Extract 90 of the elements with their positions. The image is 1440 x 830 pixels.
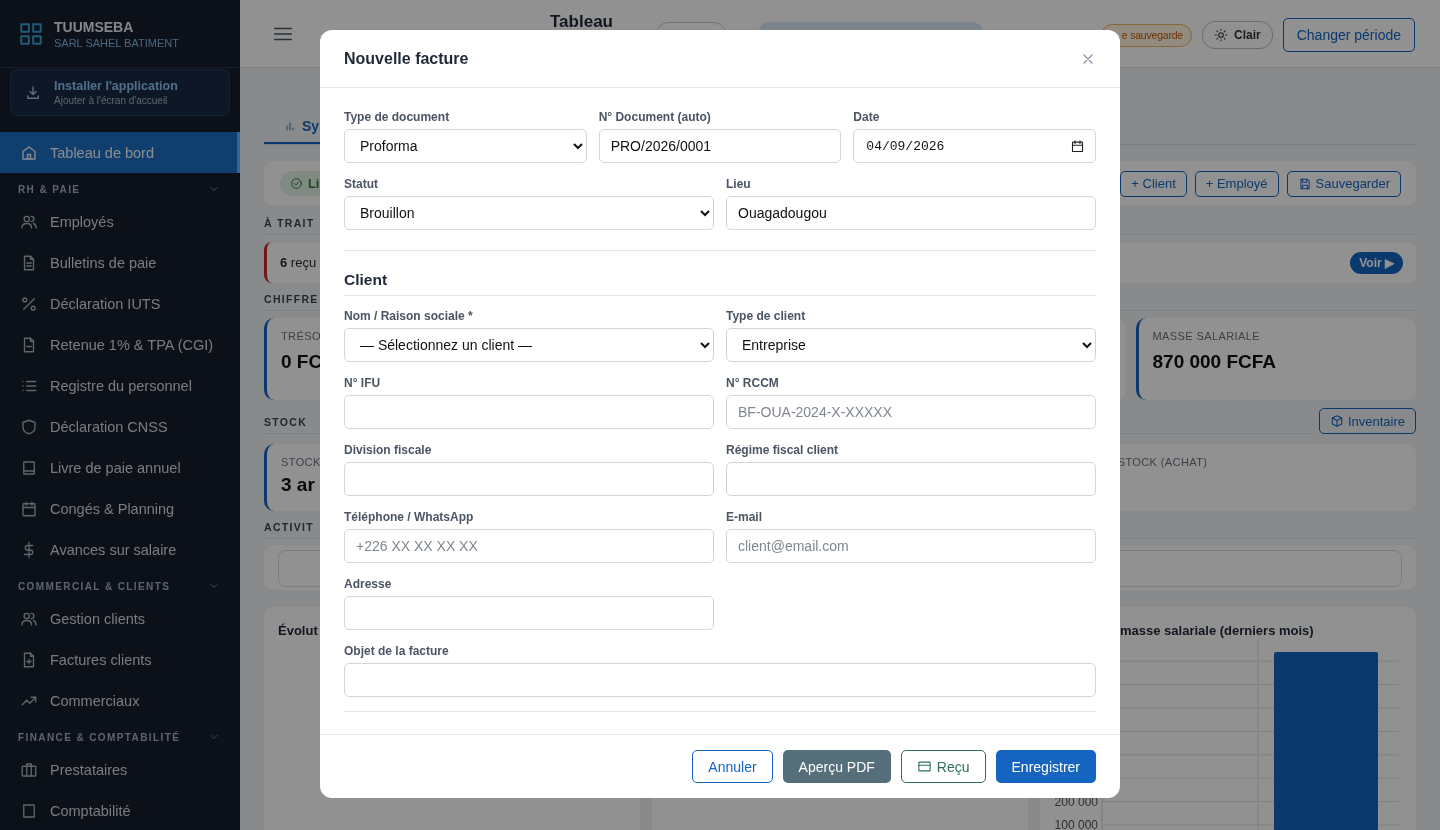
select-field[interactable]: Proforma (344, 129, 587, 163)
box-icon (1329, 414, 1344, 428)
nav-item[interactable]: Bulletins de paie (0, 242, 240, 283)
nav-item[interactable]: Prestataires (0, 749, 240, 790)
nav-item[interactable]: Factures clients (0, 639, 240, 680)
text-field[interactable] (726, 462, 1096, 496)
nav-item[interactable]: Livre de paie annuel (0, 447, 240, 488)
select-field[interactable]: Entreprise (726, 328, 1096, 362)
field-label: Date (853, 110, 881, 124)
kpi-value: 870 000 FCFA (1152, 351, 1278, 373)
select-field[interactable]: — Sélectionnez un client — (344, 328, 714, 362)
nav-item[interactable]: Avances sur salaire (0, 529, 240, 570)
field-label: Nom / Raison sociale * (344, 309, 474, 323)
nav-item[interactable]: Congés & Planning (0, 488, 240, 529)
text-field[interactable] (344, 663, 1096, 697)
page-title: Tableau (550, 12, 613, 32)
nav-item[interactable]: Commerciaux (0, 680, 240, 721)
select-field[interactable]: Brouillon (344, 196, 714, 230)
sun-icon (1214, 28, 1228, 42)
text-field[interactable]: Ouagadougou (726, 196, 1096, 230)
inventory-button[interactable]: Inventaire (1318, 408, 1416, 434)
nav-item[interactable]: Déclaration IUTS (0, 283, 240, 324)
save-button[interactable]: Enregistrer (995, 750, 1096, 783)
save-icon (1297, 176, 1312, 191)
nav-item[interactable]: Registre du personnel (0, 365, 240, 406)
nav-item[interactable]: Tableau de bord (0, 132, 240, 173)
logo-icon (18, 20, 44, 47)
date-field[interactable]: 04/09/2026 (853, 129, 1096, 163)
text-field[interactable] (344, 395, 714, 429)
alert-text: 6 reçu (280, 255, 317, 270)
kpi-value: 3 ar (281, 474, 316, 496)
text-field[interactable]: BF-OUA-2024-X-XXXXX (726, 395, 1096, 429)
shield-icon (20, 417, 38, 436)
nav-item[interactable]: Gestion clients (0, 598, 240, 639)
kpi-label: STOCK (281, 456, 322, 468)
download-icon (24, 83, 42, 102)
axis-label: 100 000 (1054, 818, 1098, 830)
field-label: Division fiscale (344, 443, 433, 457)
field-label: Statut (344, 177, 379, 191)
book-icon (20, 801, 38, 820)
chart-title: Évolut (278, 623, 319, 638)
cancel-button[interactable]: Annuler (692, 750, 773, 783)
toolbar-button[interactable]: Sauvegarder (1286, 170, 1401, 197)
bar-chart-icon (284, 120, 296, 132)
field-label: Régime fiscal client (726, 443, 840, 457)
field-label: E-mail (726, 510, 763, 524)
nav-item[interactable]: Comptabilité (0, 790, 240, 830)
percent-icon (20, 294, 38, 313)
nav-item[interactable]: Retenue 1% & TPA (CGI) (0, 324, 240, 365)
briefcase-icon (20, 760, 38, 779)
section-header[interactable]: COMMERCIAL & CLIENTS (0, 570, 240, 598)
book-icon (20, 458, 38, 477)
kpi-label: TRÉSO (281, 330, 322, 342)
text-field[interactable]: +226 XX XX XX XX (344, 529, 714, 563)
kpi-value: 0 FC (281, 351, 324, 373)
toolbar-button[interactable]: + Employé (1194, 170, 1279, 197)
install-button[interactable]: Installer l'application Ajouter à l'écran d'accueil (10, 69, 230, 116)
brand-name: TUUMSEBA (54, 18, 135, 35)
field-label: Type de document (344, 110, 451, 124)
section-header[interactable]: RH & PAIE (0, 173, 240, 201)
company-name: SARL SAHEL BATIMENT (54, 36, 179, 49)
calendar-icon (1070, 139, 1085, 154)
field-label: Type de client (726, 309, 807, 323)
dialog-title: Nouvelle facture (344, 49, 469, 68)
theme-button[interactable]: Clair (1202, 21, 1273, 49)
period-button[interactable]: Changer période (1282, 18, 1415, 52)
card-icon (916, 759, 932, 774)
field-label: N° IFU (344, 376, 382, 390)
view-button[interactable]: Voir ▶ (1350, 251, 1403, 274)
calendar-icon (20, 499, 38, 518)
field-label: N° Document (auto) (598, 110, 712, 124)
text-field[interactable] (344, 462, 714, 496)
receipt-button[interactable]: Reçu (900, 750, 986, 783)
text-field[interactable] (344, 596, 714, 630)
preview-button[interactable]: Aperçu PDF (782, 750, 891, 783)
text-field[interactable]: client@email.com (726, 529, 1096, 563)
check-circle-icon (290, 177, 303, 190)
nav-item[interactable]: Employés (0, 201, 240, 242)
field-label: N° RCCM (726, 376, 780, 390)
chart-title: masse salariale (derniers mois) (1119, 623, 1315, 638)
field-label: Lieu (726, 177, 752, 191)
field-label: Téléphone / WhatsApp (344, 510, 475, 524)
section-heading: Client (344, 271, 1096, 296)
nav-item[interactable]: Déclaration CNSS (0, 406, 240, 447)
section-header[interactable]: FINANCE & COMPTABILITÉ (0, 721, 240, 749)
field-label: Objet de la facture (344, 644, 450, 658)
field-label: Adresse (344, 577, 393, 591)
kpi-label: MASSE SALARIALE (1152, 330, 1261, 342)
kpi-label: STOCK (ACHAT) (1116, 456, 1209, 468)
text-field[interactable]: PRO/2026/0001 (598, 129, 842, 163)
